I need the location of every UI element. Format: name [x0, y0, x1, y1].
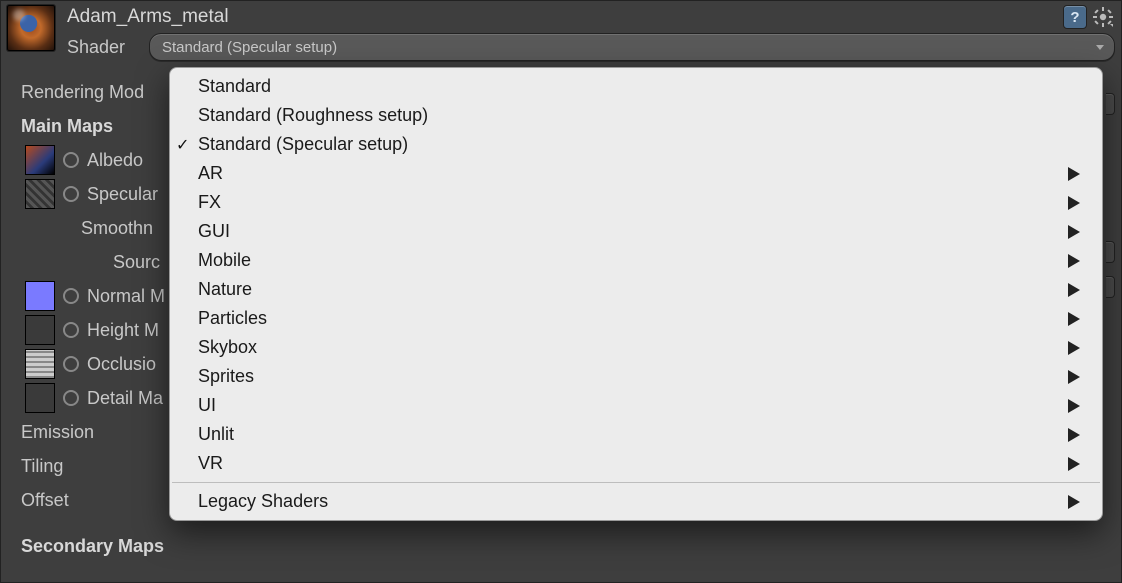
menu-item-label: Standard (Roughness setup): [198, 105, 428, 126]
menu-item-particles[interactable]: Particles: [170, 304, 1102, 333]
menu-item-sprites[interactable]: Sprites: [170, 362, 1102, 391]
normal-label: Normal M: [87, 279, 165, 313]
submenu-arrow-icon: [1068, 312, 1080, 326]
albedo-texture-slot[interactable]: [25, 145, 55, 175]
menu-item-ui[interactable]: UI: [170, 391, 1102, 420]
submenu-arrow-icon: [1068, 370, 1080, 384]
menu-item-ar[interactable]: AR: [170, 159, 1102, 188]
menu-item-standard-roughness-setup[interactable]: Standard (Roughness setup): [170, 101, 1102, 130]
detail-label: Detail Ma: [87, 381, 163, 415]
inspector-panel: Adam_Arms_metal ?: [0, 0, 1122, 583]
menu-item-gui[interactable]: GUI: [170, 217, 1102, 246]
shader-dropdown[interactable]: Standard (Specular setup): [149, 33, 1115, 61]
detail-texture-slot[interactable]: [25, 383, 55, 413]
specular-label: Specular: [87, 177, 158, 211]
menu-item-vr[interactable]: VR: [170, 449, 1102, 478]
menu-item-label: Standard: [198, 76, 271, 97]
albedo-label: Albedo: [87, 143, 143, 177]
menu-item-fx[interactable]: FX: [170, 188, 1102, 217]
menu-item-label: Particles: [198, 308, 267, 329]
occlusion-texture-slot[interactable]: [25, 349, 55, 379]
submenu-arrow-icon: [1068, 225, 1080, 239]
submenu-arrow-icon: [1068, 283, 1080, 297]
height-label: Height M: [87, 313, 159, 347]
menu-item-label: FX: [198, 192, 221, 213]
smoothness-label: Smoothn: [81, 211, 153, 245]
menu-item-label: Nature: [198, 279, 252, 300]
menu-item-standard-specular-setup[interactable]: ✓ Standard (Specular setup): [170, 130, 1102, 159]
submenu-arrow-icon: [1068, 428, 1080, 442]
toggle-icon[interactable]: [63, 186, 79, 202]
submenu-arrow-icon: [1068, 399, 1080, 413]
header-right: Adam_Arms_metal ?: [55, 5, 1115, 61]
toggle-icon[interactable]: [63, 322, 79, 338]
secondary-maps-heading: Secondary Maps: [21, 529, 1121, 563]
material-title: Adam_Arms_metal: [67, 5, 229, 29]
material-header: Adam_Arms_metal ?: [1, 1, 1121, 61]
specular-texture-slot[interactable]: [25, 179, 55, 209]
checkmark-icon: ✓: [176, 135, 189, 155]
shader-popup-menu: Standard Standard (Roughness setup) ✓ Stand…: [169, 67, 1103, 521]
help-icon[interactable]: ?: [1063, 5, 1087, 29]
gear-icon[interactable]: [1093, 7, 1113, 27]
shader-label: Shader: [67, 37, 139, 58]
menu-item-label: Skybox: [198, 337, 257, 358]
submenu-arrow-icon: [1068, 341, 1080, 355]
menu-item-label: GUI: [198, 221, 230, 242]
submenu-arrow-icon: [1068, 457, 1080, 471]
submenu-arrow-icon: [1068, 254, 1080, 268]
source-label: Sourc: [113, 245, 160, 279]
toggle-icon[interactable]: [63, 390, 79, 406]
menu-item-skybox[interactable]: Skybox: [170, 333, 1102, 362]
normal-texture-slot[interactable]: [25, 281, 55, 311]
menu-item-legacy-shaders[interactable]: Legacy Shaders: [170, 487, 1102, 516]
submenu-arrow-icon: [1068, 167, 1080, 181]
menu-item-label: Unlit: [198, 424, 234, 445]
shader-dropdown-value: Standard (Specular setup): [162, 39, 337, 56]
menu-item-label: Mobile: [198, 250, 251, 271]
menu-separator: [172, 482, 1100, 483]
menu-item-label: AR: [198, 163, 223, 184]
menu-item-label: Standard (Specular setup): [198, 134, 408, 155]
height-texture-slot[interactable]: [25, 315, 55, 345]
menu-item-label: VR: [198, 453, 223, 474]
menu-item-label: UI: [198, 395, 216, 416]
toggle-icon[interactable]: [63, 288, 79, 304]
menu-item-nature[interactable]: Nature: [170, 275, 1102, 304]
menu-item-label: Sprites: [198, 366, 254, 387]
menu-item-mobile[interactable]: Mobile: [170, 246, 1102, 275]
material-preview-sphere[interactable]: [7, 5, 55, 51]
toggle-icon[interactable]: [63, 152, 79, 168]
menu-item-label: Legacy Shaders: [198, 491, 328, 512]
menu-item-unlit[interactable]: Unlit: [170, 420, 1102, 449]
menu-item-standard[interactable]: Standard: [170, 72, 1102, 101]
toggle-icon[interactable]: [63, 356, 79, 372]
occlusion-label: Occlusio: [87, 347, 156, 381]
submenu-arrow-icon: [1068, 495, 1080, 509]
submenu-arrow-icon: [1068, 196, 1080, 210]
